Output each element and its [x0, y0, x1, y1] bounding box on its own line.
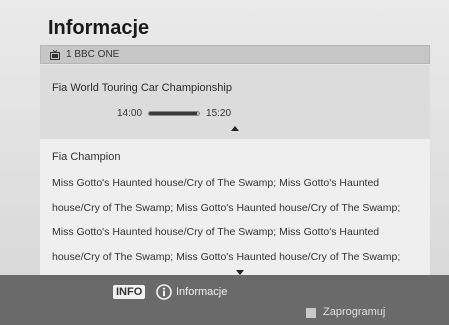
channel-name: 1 BBC ONE: [66, 49, 120, 60]
scroll-up-arrow-icon[interactable]: [231, 126, 239, 131]
start-time: 14:00: [117, 108, 143, 119]
page-title: Informacje: [48, 17, 150, 39]
time-row: 14:00 15:20: [117, 108, 231, 119]
channel-bar: 1 BBC ONE: [40, 45, 430, 64]
info-label: Informacje: [176, 286, 228, 298]
description-panel: Fia Champion Miss Gotto's Haunted house/…: [40, 139, 430, 287]
progress-bar: [148, 111, 201, 116]
info-icon: [156, 284, 172, 300]
info-key-button[interactable]: INFO: [113, 285, 146, 299]
description-heading: Fia Champion: [52, 151, 121, 163]
progress-fill: [149, 112, 197, 115]
end-time: 15:20: [206, 108, 232, 119]
schedule-label: Zaprogramuj: [323, 306, 386, 318]
program-panel: Fia World Touring Car Championship 14:00…: [40, 65, 430, 139]
program-title: Fia World Touring Car Championship: [52, 82, 232, 94]
schedule-key-icon[interactable]: [306, 308, 316, 318]
info-screen: Informacje 1 BBC ONE Fia World Touring C…: [0, 0, 449, 325]
tv-icon: [50, 49, 60, 60]
footer-bar: INFO Informacje Zaprogramuj: [0, 275, 449, 325]
